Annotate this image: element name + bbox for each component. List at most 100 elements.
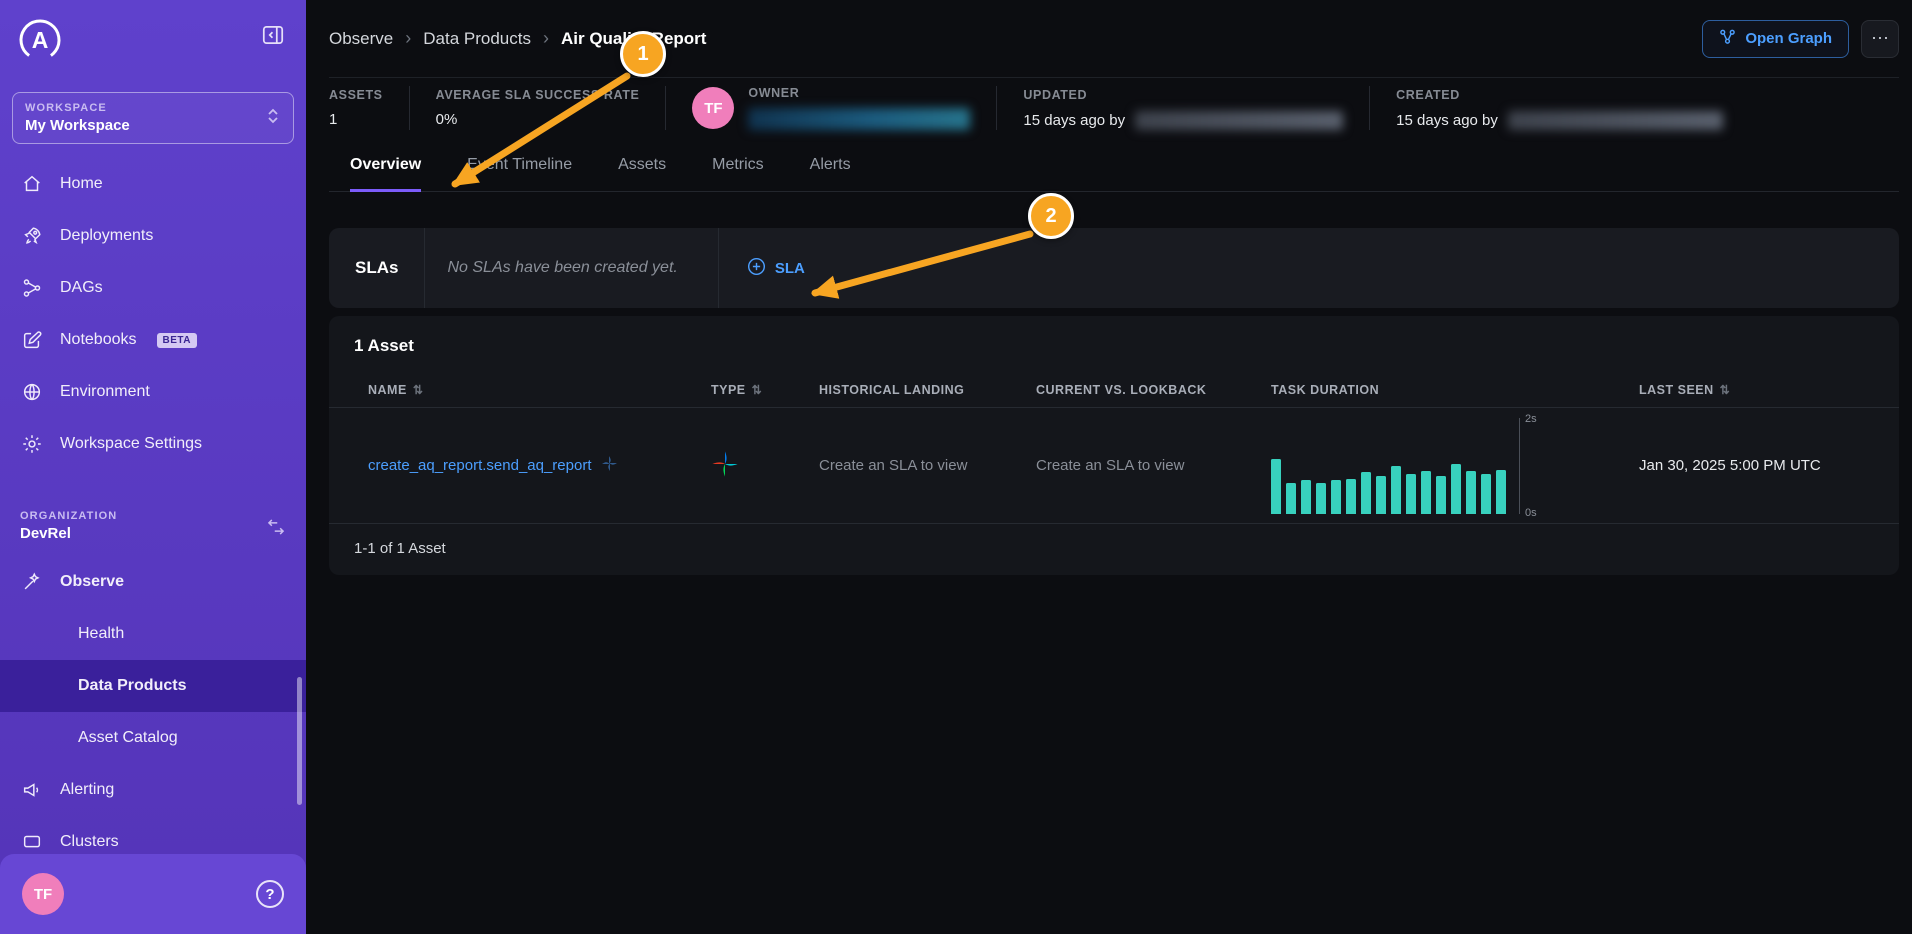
workspace-selector[interactable]: WORKSPACE My Workspace bbox=[12, 92, 294, 144]
ellipsis-icon: ⋯ bbox=[1871, 28, 1889, 48]
open-graph-label: Open Graph bbox=[1745, 30, 1832, 47]
sidebar-item-home[interactable]: Home bbox=[0, 158, 306, 210]
sort-icon: ⇅ bbox=[413, 383, 424, 397]
duration-bar bbox=[1361, 472, 1371, 513]
workspace-label: WORKSPACE bbox=[25, 102, 130, 114]
sla-panel: SLAs No SLAs have been created yet. SLA bbox=[329, 228, 1899, 308]
sidebar-item-asset-catalog[interactable]: Asset Catalog bbox=[0, 712, 306, 764]
sidebar-collapse-button[interactable] bbox=[258, 20, 288, 53]
sidebar-scrollbar-thumb[interactable] bbox=[297, 677, 302, 805]
historical-landing-cell: Create an SLA to view bbox=[819, 457, 1036, 474]
stat-assets: ASSETS 1 bbox=[329, 86, 383, 130]
sidebar-item-label: DAGs bbox=[60, 279, 103, 297]
sidebar-nav: Home Deployments DAGs Notebooks BETA bbox=[0, 158, 306, 470]
duration-bar bbox=[1466, 471, 1476, 513]
duration-bar bbox=[1346, 479, 1356, 514]
more-options-button[interactable]: ⋯ bbox=[1861, 20, 1899, 58]
sidebar-item-environment[interactable]: Environment bbox=[0, 366, 306, 418]
home-icon bbox=[20, 172, 44, 196]
sidebar-item-deployments[interactable]: Deployments bbox=[0, 210, 306, 262]
tab-alerts[interactable]: Alerts bbox=[810, 156, 851, 191]
duration-bar bbox=[1481, 474, 1491, 513]
astronomer-logo-icon: A bbox=[16, 16, 64, 64]
sidebar-item-dags[interactable]: DAGs bbox=[0, 262, 306, 314]
divider bbox=[409, 86, 410, 130]
duration-bar bbox=[1271, 459, 1281, 514]
notebook-edit-icon bbox=[20, 328, 44, 352]
sidebar-item-health[interactable]: Health bbox=[0, 608, 306, 660]
switch-organization-button[interactable] bbox=[264, 515, 288, 542]
sidebar-item-workspace-settings[interactable]: Workspace Settings bbox=[0, 418, 306, 470]
breadcrumb: Observe › Data Products › Air Quality Re… bbox=[329, 28, 706, 49]
add-sla-button[interactable]: SLA bbox=[747, 257, 805, 280]
workspace-selector-text: WORKSPACE My Workspace bbox=[25, 102, 130, 134]
help-button[interactable]: ? bbox=[256, 880, 284, 908]
tabs: Overview Event Timeline Assets Metrics A… bbox=[329, 156, 1899, 192]
asset-type-cell bbox=[711, 450, 819, 482]
tab-event-timeline[interactable]: Event Timeline bbox=[467, 156, 572, 191]
sidebar: A WORKSPACE My Workspace bbox=[0, 0, 306, 934]
main-content: Observe › Data Products › Air Quality Re… bbox=[306, 0, 1912, 934]
column-header-last-seen[interactable]: LAST SEEN ⇅ bbox=[1639, 383, 1874, 397]
task-duration-chart: 2s 0s bbox=[1271, 418, 1639, 514]
organization-label: ORGANIZATION bbox=[20, 510, 117, 522]
breadcrumb-observe[interactable]: Observe bbox=[329, 29, 393, 49]
collapse-panel-icon bbox=[260, 36, 286, 51]
open-graph-button[interactable]: Open Graph bbox=[1702, 20, 1849, 58]
y-axis-min-label: 0s bbox=[1525, 507, 1537, 519]
stat-value: 1 bbox=[329, 111, 383, 128]
organization-text: ORGANIZATION DevRel bbox=[20, 510, 117, 542]
last-seen-cell: Jan 30, 2025 5:00 PM UTC bbox=[1639, 457, 1874, 474]
duration-bar bbox=[1436, 476, 1446, 513]
sidebar-item-label: Health bbox=[78, 625, 124, 643]
sidebar-item-label: Alerting bbox=[60, 781, 114, 799]
airflow-pinwheel-icon bbox=[711, 465, 739, 482]
redacted-user-name bbox=[1135, 111, 1343, 130]
chevron-right-icon: › bbox=[543, 28, 549, 49]
sidebar-item-label: Asset Catalog bbox=[78, 729, 178, 747]
sidebar-item-notebooks[interactable]: Notebooks BETA bbox=[0, 314, 306, 366]
column-header-type[interactable]: TYPE ⇅ bbox=[711, 383, 819, 397]
user-avatar[interactable]: TF bbox=[22, 873, 64, 915]
divider bbox=[718, 228, 719, 308]
sidebar-item-label: Workspace Settings bbox=[60, 435, 202, 453]
chart-y-axis: 2s 0s bbox=[1519, 418, 1551, 514]
asset-table-header: NAME ⇅ TYPE ⇅ HISTORICAL LANDING CURRENT… bbox=[329, 372, 1899, 408]
stat-label: AVERAGE SLA SUCCESS RATE bbox=[436, 88, 640, 102]
column-header-name[interactable]: NAME ⇅ bbox=[354, 383, 711, 397]
sidebar-item-label: Clusters bbox=[60, 833, 119, 851]
dag-graph-icon bbox=[20, 276, 44, 300]
sidebar-item-alerting[interactable]: Alerting bbox=[0, 764, 306, 816]
tab-metrics[interactable]: Metrics bbox=[712, 156, 764, 191]
tab-assets[interactable]: Assets bbox=[618, 156, 666, 191]
question-mark-icon: ? bbox=[265, 886, 274, 903]
rocket-icon bbox=[20, 224, 44, 248]
stat-created: CREATED 15 days ago by bbox=[1396, 86, 1723, 130]
tab-overview[interactable]: Overview bbox=[350, 156, 421, 192]
stat-value: 15 days ago by bbox=[1396, 112, 1498, 129]
column-label: LAST SEEN bbox=[1639, 383, 1714, 397]
graph-icon bbox=[1719, 28, 1736, 49]
stat-value: 0% bbox=[436, 111, 640, 128]
stat-value: 15 days ago by bbox=[1023, 112, 1125, 129]
duration-bar bbox=[1376, 476, 1386, 513]
sidebar-item-observe[interactable]: Observe bbox=[0, 556, 306, 608]
stat-owner: TF OWNER bbox=[692, 86, 970, 130]
svg-text:A: A bbox=[32, 27, 49, 53]
topbar-actions: Open Graph ⋯ bbox=[1702, 20, 1899, 58]
column-header-task-duration: TASK DURATION bbox=[1271, 383, 1639, 397]
sort-icon: ⇅ bbox=[1720, 383, 1731, 397]
y-axis-max-label: 2s bbox=[1525, 413, 1537, 425]
column-label: CURRENT VS. LOOKBACK bbox=[1036, 383, 1206, 397]
airflow-mini-icon bbox=[601, 455, 618, 476]
sidebar-item-data-products[interactable]: Data Products bbox=[0, 660, 306, 712]
sla-panel-title: SLAs bbox=[329, 258, 424, 278]
column-label: NAME bbox=[368, 383, 407, 397]
asset-name-link[interactable]: create_aq_report.send_aq_report bbox=[368, 457, 592, 474]
clusters-icon bbox=[20, 830, 44, 854]
stat-label: UPDATED bbox=[1023, 88, 1343, 102]
breadcrumb-data-products[interactable]: Data Products bbox=[423, 29, 531, 49]
organization-selector: ORGANIZATION DevRel bbox=[0, 510, 306, 542]
table-row: create_aq_report.send_aq_report bbox=[329, 408, 1899, 524]
sidebar-footer: TF ? bbox=[0, 854, 306, 934]
